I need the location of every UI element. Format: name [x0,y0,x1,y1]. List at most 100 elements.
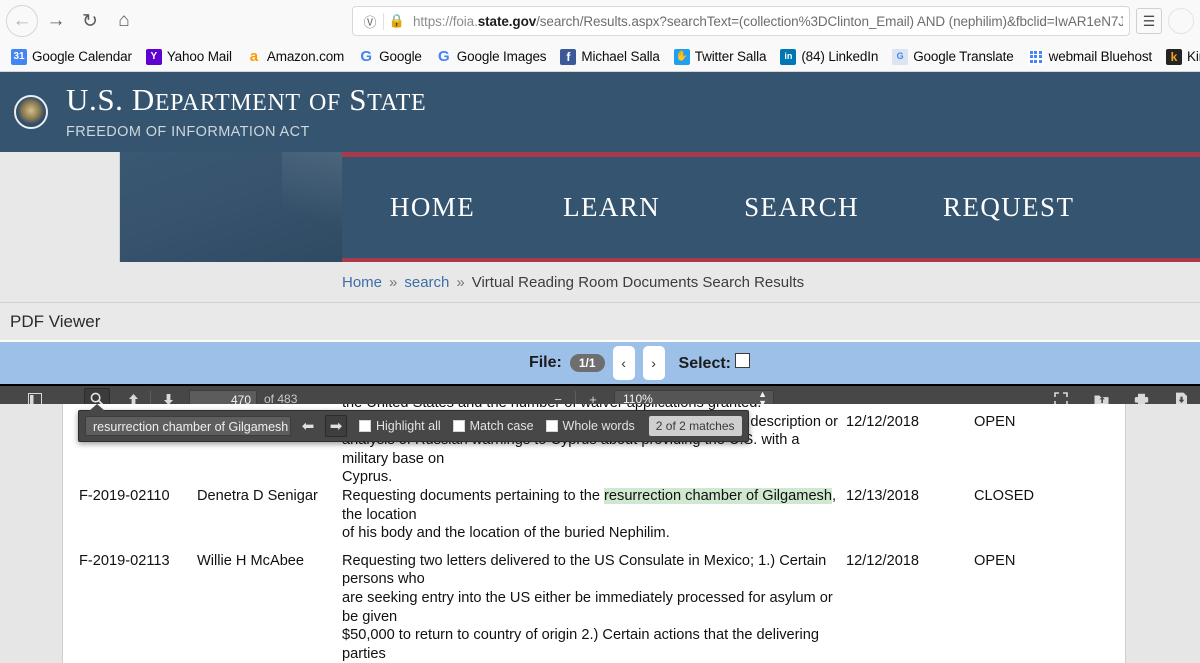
file-counter-badge: 1/1 [569,353,605,373]
home-icon: ⌂ [118,10,130,31]
browser-nav-bar: ← → ↻ ⌂ Ⓥ 🔒 https://foia.state.gov/searc… [0,0,1200,42]
pdf-find-bar: resurrection chamber of Gilgamesh ⬅ ➡ Hi… [78,404,749,442]
translate-icon: G [892,48,909,65]
linkedin-icon: in [780,48,797,65]
request-date: 12/12/2018 [846,413,920,430]
case-number: F-2019-02113 [79,552,170,569]
breadcrumb-search[interactable]: search [404,274,449,291]
forward-arrow-icon: → [46,10,66,31]
file-label: File: [528,354,562,371]
request-status: OPEN [974,413,1016,430]
table-row: F-2019-02113 Willie H McAbee Requesting … [77,552,1117,663]
breadcrumb-home[interactable]: Home [342,274,382,291]
foia-request-table: the United States and the number of waiv… [77,404,1117,663]
pdf-page-area[interactable]: the United States and the number of waiv… [0,404,1200,663]
twitter-icon: ✋ [673,48,690,65]
reload-icon: ↻ [82,10,98,32]
nav-item-home[interactable]: HOME [390,192,475,223]
highlight-all-checkbox[interactable] [359,420,371,432]
request-description: Requesting two letters delivered to the … [342,552,838,663]
nav-item-search[interactable]: SEARCH [744,192,859,223]
reader-view-icon[interactable]: ☰ [1136,8,1162,34]
highlight-all-label: Highlight all [376,419,441,433]
bookmark-google-images[interactable]: G Google Images [429,47,554,67]
bookmark-google[interactable]: G Google [351,47,429,67]
breadcrumb: Home » search » Virtual Reading Room Doc… [0,262,1200,302]
table-row: F-2019-02110 Denetra D Senigar Requestin… [77,487,1117,543]
google-icon: G [360,48,372,65]
select-label: Select: [679,353,750,373]
bookmark-twitter-salla[interactable]: ✋ Twitter Salla [667,47,774,67]
chrome-right-actions: ☰ [1136,8,1194,34]
whole-words-label: Whole words [562,419,635,433]
select-checkbox[interactable] [735,353,750,368]
pdf-left-gutter [0,404,62,663]
match-case-checkbox[interactable] [452,420,465,432]
whole-words-checkbox[interactable] [545,420,558,432]
back-button[interactable]: ← [6,5,38,37]
desc-line: are seeking entry into the US either be … [342,589,833,625]
breadcrumb-sep-2: » [456,273,465,291]
bookmark-linkedin[interactable]: in (84) LinkedIn [773,47,885,67]
bookmark-amazon[interactable]: a Amazon.com [239,47,351,67]
previous-file-button[interactable]: ‹ [612,346,635,380]
next-file-button[interactable]: › [642,346,665,380]
request-description: Requesting documents pertaining to the r… [342,487,838,543]
find-input[interactable]: resurrection chamber of Gilgamesh [85,416,291,436]
nav-item-request[interactable]: REQUEST [943,192,1074,223]
bookmark-webmail-bluehost[interactable]: webmail Bluehost [1021,47,1159,67]
find-next-button[interactable]: ➡ [325,415,347,437]
requester-name: Denetra D Senigar [197,487,318,504]
kindle-icon: k [1166,48,1183,65]
account-icon[interactable] [1168,8,1194,34]
home-button[interactable]: ⌂ [108,5,140,37]
nav-item-learn[interactable]: LEARN [563,192,660,223]
whole-words-option[interactable]: Whole words [545,419,635,433]
desc-line: Requesting two letters delivered to the … [342,552,827,588]
desc-line: of his body and the location of the buri… [342,525,670,542]
bookmark-google-translate[interactable]: G Google Translate [885,47,1020,67]
request-status: OPEN [974,552,1016,569]
facebook-icon: f [560,48,577,65]
breadcrumb-current: Virtual Reading Room Documents Search Re… [471,273,805,291]
site-branding: U.S. DEPARTMENT OF STATE FREEDOM OF INFO… [66,84,426,140]
shield-icon[interactable]: Ⓥ [359,12,381,31]
site-header: U.S. DEPARTMENT OF STATE FREEDOM OF INFO… [0,72,1200,152]
padlock-icon[interactable]: 🔒 [386,13,408,29]
site-nav-strip: HOME LEARN SEARCH REQUEST [0,152,1200,262]
match-case-option[interactable]: Match case [452,419,534,433]
breadcrumb-sep: » [389,273,398,291]
url-text: https://foia.state.gov/search/Results.as… [413,13,1123,29]
reload-button[interactable]: ↻ [74,5,106,37]
case-number: F-2019-02110 [79,487,170,504]
desc-line: Requesting documents pertaining to the r… [342,487,837,523]
find-results-count: 2 of 2 matches [648,416,742,436]
site-subtitle: FREEDOM OF INFORMATION ACT [66,124,310,140]
amazon-icon: a [249,48,259,65]
main-nav: HOME LEARN SEARCH REQUEST [342,152,1200,262]
request-date: 12/13/2018 [846,487,920,504]
desc-line: Cyprus. [342,469,393,486]
header-photo [120,152,342,262]
request-status: CLOSED [974,487,1035,504]
bookmark-google-calendar[interactable]: 31 Google Calendar [4,47,139,67]
bookmark-michael-salla[interactable]: f Michael Salla [553,47,666,67]
bookmark-yahoo-mail[interactable]: Y Yahoo Mail [139,47,239,67]
grid-icon [1027,48,1044,65]
google-images-icon: G [437,48,450,65]
forward-button[interactable]: → [40,5,72,37]
find-previous-button[interactable]: ⬅ [297,415,319,437]
department-seal-icon [14,95,48,129]
page-title: U.S. DEPARTMENT OF STATE [66,82,427,117]
highlight-all-option[interactable]: Highlight all [359,419,441,433]
bookmark-kindle-read[interactable]: kKindle Read [1159,47,1200,67]
search-highlight: resurrection chamber of Gilgamesh [604,487,832,504]
pdf-right-gutter [1126,404,1138,663]
desc-line: $50,000 to return to country of origin 2… [342,627,820,662]
back-arrow-icon: ← [12,10,32,31]
match-case-label: Match case [469,419,534,433]
address-bar[interactable]: Ⓥ 🔒 https://foia.state.gov/search/Result… [352,6,1130,36]
divider [383,12,384,30]
file-navigation-bar: File: 1/1 ‹ › Select: [0,340,1200,384]
calendar-icon: 31 [11,48,27,65]
